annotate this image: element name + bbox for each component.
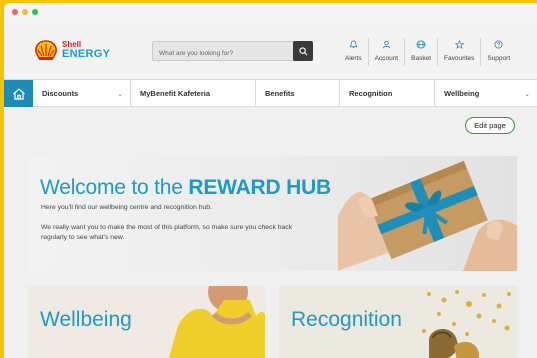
nav-discounts-label: Discounts bbox=[42, 89, 79, 98]
favourites-label: Favourites bbox=[444, 55, 475, 62]
search-button[interactable] bbox=[293, 41, 313, 61]
help-icon bbox=[494, 39, 503, 49]
minimize-window-button[interactable] bbox=[22, 9, 28, 15]
maximize-window-button[interactable] bbox=[32, 9, 38, 15]
gift-box-image bbox=[338, 160, 517, 271]
hero-title-bold: REWARD HUB bbox=[188, 176, 332, 199]
basket-icon bbox=[416, 39, 426, 49]
hero-title: Welcome to the REWARD HUB bbox=[40, 176, 331, 200]
nav-mybenefit-label: MyBenefit Kafeteria bbox=[140, 89, 211, 98]
hero-subtitle: Here you'll find our wellbeing centre an… bbox=[41, 204, 212, 211]
nav-discounts[interactable]: Discounts ⌄ bbox=[33, 80, 131, 107]
search-icon bbox=[298, 46, 307, 55]
alerts-button[interactable]: Alerts bbox=[339, 38, 369, 66]
main-nav: Discounts ⌄ MyBenefit Kafeteria Benefits… bbox=[4, 79, 537, 107]
support-label: Support bbox=[487, 55, 511, 62]
basket-label: Basket bbox=[411, 55, 431, 62]
search-input[interactable] bbox=[153, 44, 291, 63]
alerts-label: Alerts bbox=[345, 55, 362, 62]
welcome-banner: Welcome to the REWARD HUB Here you'll fi… bbox=[28, 156, 517, 271]
header-actions: Alerts Account Basket Favourites Support bbox=[339, 38, 516, 68]
hero-body-text: We really want you to make the most of t… bbox=[41, 224, 293, 241]
recognition-card-title: Recognition bbox=[291, 308, 402, 331]
shell-pecten-icon bbox=[35, 40, 57, 60]
basket-button[interactable]: Basket bbox=[405, 38, 438, 66]
home-button[interactable] bbox=[4, 80, 33, 107]
close-window-button[interactable] bbox=[12, 9, 18, 15]
nav-benefits[interactable]: Benefits bbox=[256, 80, 340, 107]
wellbeing-card[interactable]: Wellbeing bbox=[28, 286, 265, 358]
nav-mybenefit-kafeteria[interactable]: MyBenefit Kafeteria bbox=[131, 80, 256, 107]
nav-recognition[interactable]: Recognition bbox=[340, 80, 435, 107]
star-icon bbox=[454, 39, 464, 49]
favourites-button[interactable]: Favourites bbox=[438, 38, 482, 66]
recognition-card[interactable]: Recognition bbox=[279, 286, 517, 358]
brand-energy-text: ENERGY bbox=[62, 48, 111, 60]
title-bar bbox=[4, 3, 537, 22]
user-icon bbox=[382, 40, 390, 48]
chevron-down-icon: ⌄ bbox=[117, 90, 123, 98]
account-label: Account bbox=[374, 55, 399, 62]
nav-wellbeing[interactable]: Wellbeing ⌄ bbox=[435, 80, 537, 107]
shell-energy-logo[interactable]: Shell ENERGY bbox=[34, 40, 114, 64]
wellbeing-card-title: Wellbeing bbox=[40, 308, 132, 331]
edit-page-button[interactable]: Edit page bbox=[465, 117, 515, 134]
hero-title-prefix: Welcome to the bbox=[40, 176, 189, 199]
chevron-down-icon: ⌄ bbox=[524, 90, 530, 98]
site-header: Shell ENERGY Alerts bbox=[4, 22, 537, 79]
bell-icon bbox=[349, 39, 358, 48]
nav-benefits-label: Benefits bbox=[265, 89, 295, 98]
browser-window: Shell ENERGY Alerts bbox=[4, 3, 537, 358]
support-button[interactable]: Support bbox=[481, 38, 516, 66]
nav-wellbeing-label: Wellbeing bbox=[444, 89, 480, 98]
search-box bbox=[152, 41, 313, 63]
nav-recognition-label: Recognition bbox=[349, 89, 393, 98]
home-icon bbox=[12, 87, 25, 100]
account-button[interactable]: Account bbox=[369, 38, 406, 66]
